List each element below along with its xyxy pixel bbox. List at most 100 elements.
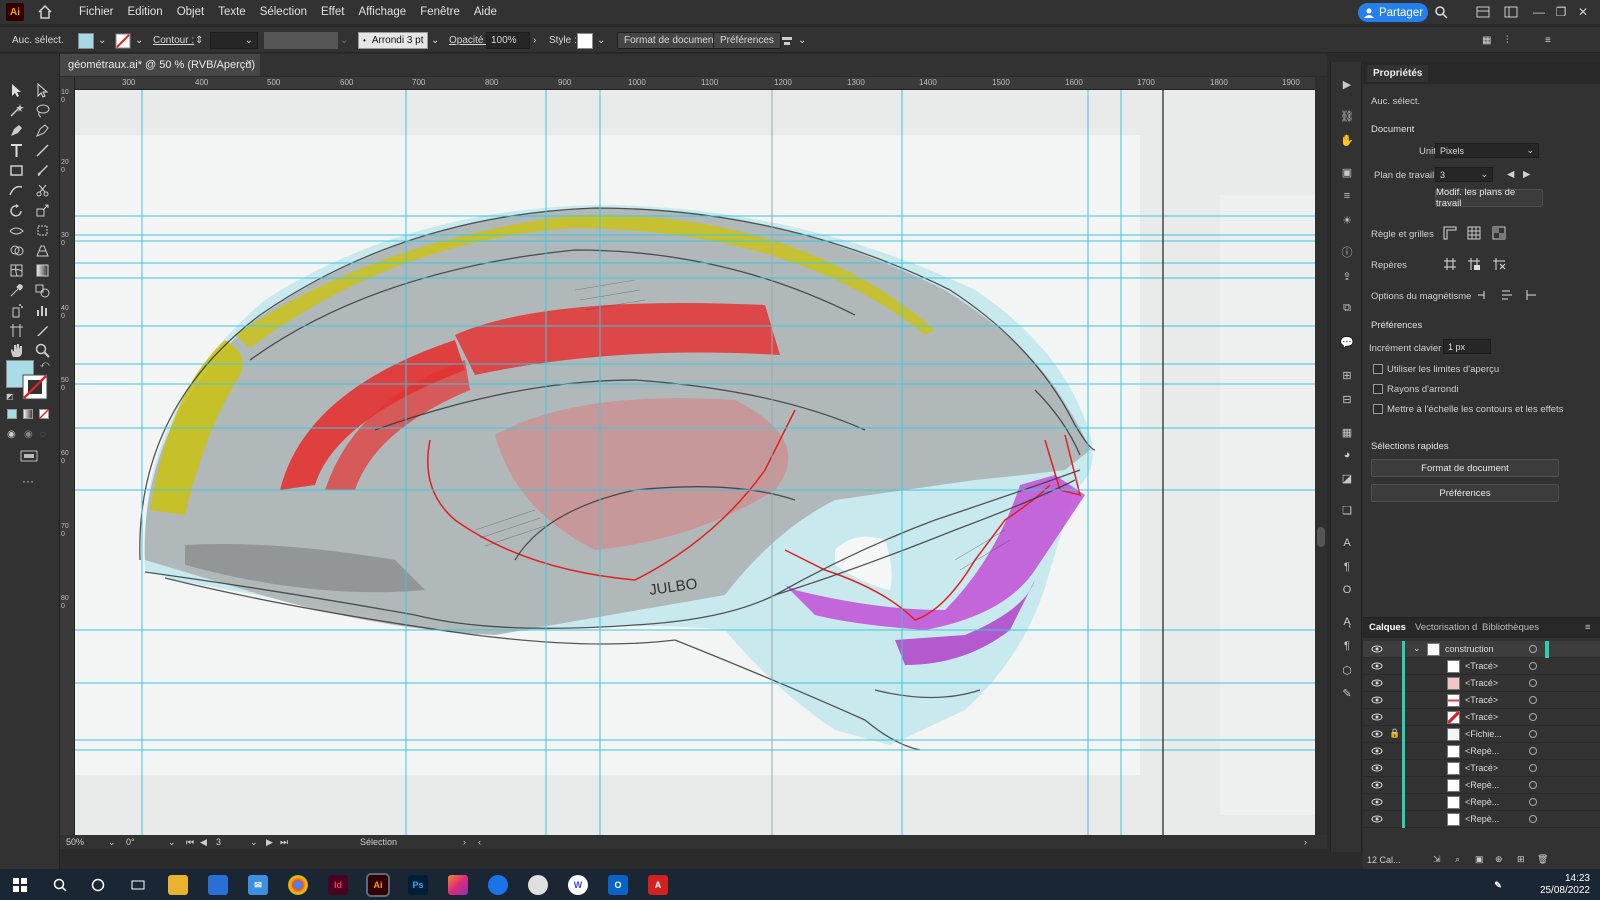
ruler-toggle-icon[interactable] [1441, 224, 1459, 242]
3d-icon[interactable]: ⬡ [1339, 662, 1355, 678]
export-icon[interactable]: ⇪ [1339, 268, 1355, 284]
shaper-tool-icon[interactable] [6, 180, 26, 200]
visibility-eye-icon[interactable] [1371, 644, 1383, 654]
contour-label[interactable]: Contour : [153, 32, 194, 49]
scale-strokes-checkbox[interactable] [1373, 404, 1383, 414]
more-tools-icon[interactable]: ··· [22, 474, 34, 488]
isolate-icon[interactable]: ⫶ [1506, 32, 1509, 49]
rotate-tool-icon[interactable] [6, 200, 26, 220]
layer-row-name[interactable]: <Fichie... [1465, 729, 1502, 739]
swap-colors-icon[interactable]: ⤺ [40, 359, 50, 370]
tab-libraries[interactable]: Bibliothèques [1482, 622, 1539, 633]
swatches-icon[interactable]: ▦ [1339, 424, 1355, 440]
export-layer-icon[interactable]: ⇲ [1433, 854, 1441, 865]
hscroll-right-icon[interactable]: › [1304, 837, 1307, 847]
menu-texte[interactable]: Texte [211, 6, 253, 18]
browser-icon[interactable] [488, 875, 508, 895]
visibility-eye-icon[interactable] [1371, 780, 1383, 790]
stroke-weight-field[interactable]: ⌄ [210, 32, 258, 49]
paragraph-icon[interactable]: ¶ [1339, 559, 1355, 575]
units-dropdown[interactable]: Pixels ⌄ [1435, 143, 1539, 158]
eyedropper-tool-icon[interactable] [6, 280, 26, 300]
default-colors-icon[interactable]: ◩ [6, 392, 14, 401]
menu-fenetre[interactable]: Fenêtre [413, 6, 467, 18]
workspace-icon[interactable] [1502, 3, 1520, 21]
illustrator-taskbar-icon[interactable]: Ai [366, 873, 390, 897]
visibility-eye-icon[interactable] [1371, 763, 1383, 773]
scroll-thumb[interactable] [1317, 527, 1325, 547]
pen-tool-icon[interactable] [6, 120, 26, 140]
menu-objet[interactable]: Objet [170, 6, 212, 18]
visibility-eye-icon[interactable] [1371, 695, 1383, 705]
preview-bounds-checkbox[interactable] [1373, 364, 1383, 374]
opentype-icon[interactable]: O [1339, 582, 1355, 598]
artboard-dropdown[interactable]: 3 ⌄ [1435, 167, 1493, 182]
mail-icon[interactable]: ✉ [248, 875, 268, 895]
find-object-icon[interactable]: ⌕ [1455, 854, 1460, 865]
target-circle-icon[interactable] [1529, 662, 1537, 670]
variable-width-field[interactable] [264, 32, 338, 49]
expand-chevron-icon[interactable]: ⌄ [1413, 643, 1421, 654]
rectangle-tool-icon[interactable] [6, 160, 26, 180]
status-menu-icon[interactable]: › [463, 837, 466, 847]
stroke-profile-chevron-icon[interactable]: ⌄ [431, 32, 439, 49]
menu-affichage[interactable]: Affichage [351, 6, 413, 18]
layer-row[interactable]: <Repè... [1363, 811, 1600, 828]
layer-row-name[interactable]: <Repè... [1465, 814, 1499, 824]
new-layer-icon[interactable]: ⊞ [1517, 854, 1525, 865]
minimize-icon[interactable]: — [1530, 3, 1548, 21]
target-circle-icon[interactable] [1529, 747, 1537, 755]
target-circle-icon[interactable] [1529, 764, 1537, 772]
arrange-documents-icon[interactable] [1474, 3, 1492, 21]
share-button[interactable]: Partager [1358, 3, 1428, 22]
document-format-button[interactable]: Format de document [617, 32, 724, 49]
gradient-panel-icon[interactable]: ▣ [1339, 164, 1355, 180]
stroke-color-box[interactable] [22, 374, 48, 400]
layer-row-name[interactable]: <Repè... [1465, 780, 1499, 790]
target-circle-icon[interactable] [1529, 815, 1537, 823]
fill-swatch[interactable]: ⌄ [78, 32, 106, 49]
next-artboard-arrow-icon[interactable]: ▶ [1523, 169, 1530, 180]
stroke-swatch[interactable]: ⌄ [115, 32, 143, 49]
snap-to-pixel-icon[interactable] [1498, 286, 1516, 304]
target-circle-icon[interactable] [1529, 730, 1537, 738]
chrome-icon[interactable] [288, 875, 308, 895]
appearance-icon[interactable]: ☀ [1339, 212, 1355, 228]
zoom-level[interactable]: 50% [66, 837, 84, 847]
task-view-icon[interactable] [128, 875, 148, 895]
hscroll-left-icon[interactable]: ‹ [478, 837, 481, 847]
acrobat-icon[interactable]: A [648, 875, 668, 895]
type-tool-icon[interactable] [6, 140, 26, 160]
store-icon[interactable] [208, 875, 228, 895]
comments-icon[interactable]: 💬 [1339, 334, 1355, 350]
search-icon[interactable] [1432, 3, 1450, 21]
info-icon[interactable]: ⓘ [1339, 244, 1355, 260]
align-options-icon[interactable]: ⌄ [780, 32, 806, 49]
none-mode-icon[interactable] [38, 408, 50, 420]
first-artboard-icon[interactable]: ⏮ [186, 837, 194, 848]
tab-properties[interactable]: Propriétés [1367, 65, 1429, 82]
glyphs-icon[interactable]: Ą [1339, 614, 1355, 630]
hand-tool-icon[interactable] [6, 340, 26, 360]
draw-inside-icon[interactable]: ◌ [40, 429, 46, 440]
search-taskbar-icon[interactable] [50, 875, 70, 895]
keyboard-increment-field[interactable]: 1 px [1443, 339, 1491, 354]
layer-row-construction[interactable]: ⌄ construction [1363, 641, 1600, 658]
layer-row-name[interactable]: <Repè... [1465, 746, 1499, 756]
menu-fichier[interactable]: Fichier [72, 6, 121, 18]
pathfinder-icon[interactable]: ◪ [1339, 470, 1355, 486]
delete-layer-icon[interactable]: 🗑 [1537, 854, 1548, 865]
instagram-icon[interactable] [448, 875, 468, 895]
rotation-value[interactable]: 0° [126, 837, 135, 847]
layer-row[interactable]: <Repè... [1363, 743, 1600, 760]
visibility-eye-icon[interactable] [1371, 814, 1383, 824]
layer-row-name[interactable]: <Tracé> [1465, 678, 1498, 688]
zoom-tool-icon[interactable] [32, 340, 52, 360]
windows-start-icon[interactable] [10, 875, 30, 895]
width-tool-icon[interactable] [6, 220, 26, 240]
transform-icon[interactable]: ▦ [1482, 32, 1491, 49]
scissors-tool-icon[interactable] [32, 180, 52, 200]
layer-row-name[interactable]: <Tracé> [1465, 695, 1498, 705]
cortana-icon[interactable] [88, 875, 108, 895]
visibility-eye-icon[interactable] [1371, 746, 1383, 756]
